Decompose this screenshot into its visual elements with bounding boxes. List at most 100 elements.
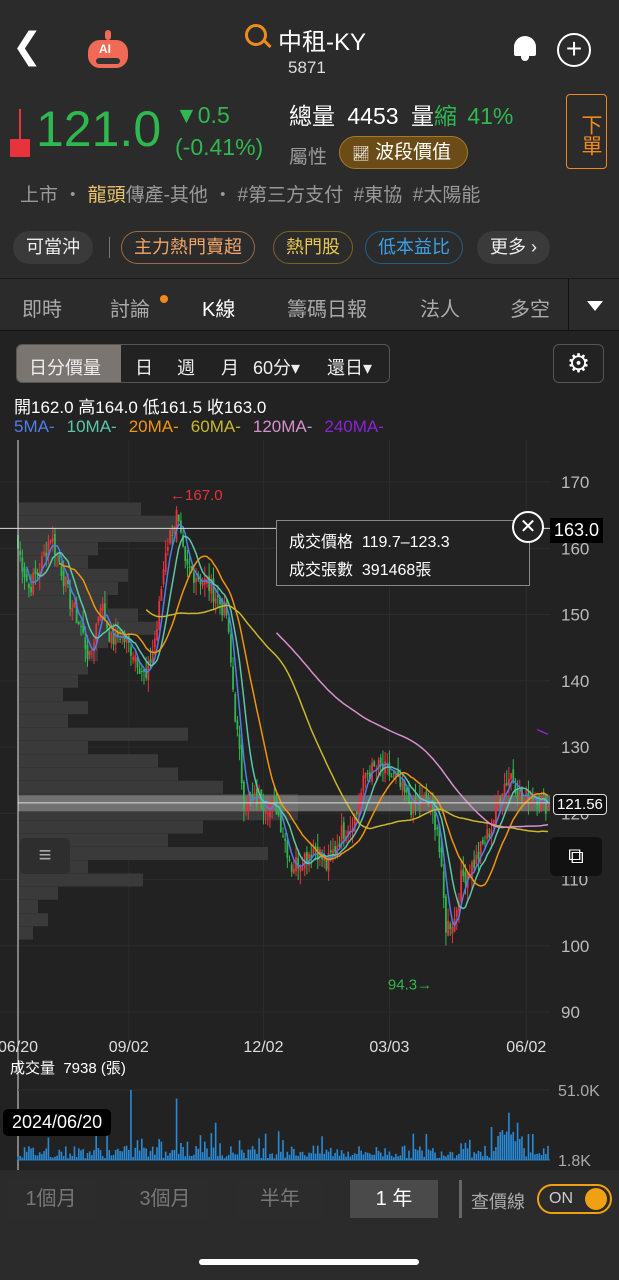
tag-topic[interactable]: #第三方支付 xyxy=(238,185,344,206)
chip-more[interactable]: 更多 › xyxy=(477,231,550,264)
candle-body xyxy=(54,533,56,556)
back-button[interactable]: ❮ xyxy=(12,28,42,64)
volume-bar xyxy=(340,1150,343,1160)
rotate-screen-button[interactable]: ⧉ xyxy=(550,837,602,876)
bell-icon[interactable] xyxy=(512,34,538,61)
volume-bar xyxy=(286,1151,289,1160)
volume-bar xyxy=(197,1148,200,1160)
candle-body xyxy=(19,551,22,555)
tooltip-price-range: 119.7–123.3 xyxy=(361,534,450,551)
period-minute-price-vol[interactable]: 日分價量 xyxy=(29,354,101,380)
candle-body xyxy=(171,535,174,537)
tab-kline[interactable]: K線 xyxy=(202,293,235,322)
volume-bar xyxy=(429,1150,432,1160)
volume-bar xyxy=(132,1156,134,1160)
volume-bar xyxy=(414,1149,417,1160)
volume-bar xyxy=(251,1146,254,1160)
close-tooltip-button[interactable]: ✕ xyxy=(512,511,544,543)
volume-profile-bar xyxy=(18,661,88,675)
volume-bar xyxy=(147,1156,150,1160)
volume-bar xyxy=(51,1157,54,1160)
volume-bar xyxy=(93,1150,95,1160)
volume-bar xyxy=(434,1152,436,1160)
candle-body xyxy=(305,851,308,863)
candle-body xyxy=(447,920,449,936)
volume-bar xyxy=(41,1154,43,1160)
volume-bar xyxy=(316,1145,319,1160)
volume-bar xyxy=(99,1150,102,1160)
settings-button[interactable]: ⚙ xyxy=(553,344,604,383)
candle-body xyxy=(186,558,189,565)
price-annotation: 94.3→ xyxy=(388,977,432,994)
volume-bar xyxy=(199,1135,202,1160)
period-month[interactable]: 月 xyxy=(221,354,239,380)
volume-bar xyxy=(436,1158,439,1160)
period-week[interactable]: 週 xyxy=(177,354,195,380)
volume-bar xyxy=(123,1146,126,1160)
volume-bar xyxy=(119,1150,121,1160)
drag-handle[interactable]: ≡ xyxy=(20,838,70,874)
tab-realtime[interactable]: 即時 xyxy=(22,293,62,322)
volume-bar xyxy=(117,1148,119,1160)
volume-bar xyxy=(308,1152,310,1160)
candle-body xyxy=(436,827,439,830)
chip-low-pe[interactable]: 低本益比 xyxy=(365,231,463,264)
candle-body xyxy=(251,793,254,797)
chip-day-trade[interactable]: 可當沖 xyxy=(13,231,93,264)
tag-industry[interactable]: 傳產-其他 xyxy=(126,185,208,206)
volume-bar xyxy=(243,1152,245,1160)
tab-institutional[interactable]: 法人 xyxy=(420,293,460,322)
range-6m[interactable]: 半年 xyxy=(236,1180,324,1218)
add-icon[interactable]: + xyxy=(557,33,591,67)
volume-profile-bar xyxy=(18,502,141,516)
period-adjusted[interactable]: 還日▾ xyxy=(327,354,372,380)
volume-bar xyxy=(432,1148,434,1160)
tab-discussion[interactable]: 討論 xyxy=(110,293,150,322)
volume-bar xyxy=(419,1146,421,1160)
separator: ・ xyxy=(63,185,83,206)
candle-body xyxy=(103,603,106,621)
volume-bar xyxy=(282,1140,284,1160)
volume-bar xyxy=(49,1156,52,1160)
candle-body xyxy=(238,733,241,750)
candle-body xyxy=(51,538,54,542)
last-price: 121.0 xyxy=(36,101,162,157)
candle-body xyxy=(156,628,158,640)
range-1m[interactable]: 1個月 xyxy=(7,1180,95,1218)
attr-badge[interactable]: 📈︎ 波段價值 xyxy=(339,136,468,169)
check-line-toggle[interactable]: ON xyxy=(537,1184,612,1214)
volume-bar xyxy=(523,1148,525,1160)
tag-topic[interactable]: #東協 xyxy=(354,185,403,206)
candle-body xyxy=(80,625,82,627)
volume-bar xyxy=(336,1149,339,1160)
stock-title[interactable]: 中租-KY xyxy=(278,22,366,57)
range-3m[interactable]: 3個月 xyxy=(121,1180,209,1218)
period-day[interactable]: 日 xyxy=(135,354,153,380)
chip-main-force-sell[interactable]: 主力熱門賣超 xyxy=(121,231,255,264)
volume-bar xyxy=(273,1158,276,1160)
period-60min[interactable]: 60分▾ xyxy=(253,354,300,380)
volume-bar xyxy=(329,1147,332,1160)
candle-body xyxy=(71,607,74,612)
volume-bar xyxy=(208,1156,210,1160)
volume-bar xyxy=(219,1143,221,1160)
chip-hot-stock[interactable]: 熱門股 xyxy=(273,231,353,264)
tab-chip-report[interactable]: 籌碼日報 xyxy=(287,293,367,322)
tag-topic[interactable]: #太陽能 xyxy=(413,185,481,206)
volume-bar xyxy=(262,1148,265,1160)
volume-bar xyxy=(151,1146,154,1160)
candle-body xyxy=(84,637,87,649)
range-1y[interactable]: 1 年 xyxy=(350,1180,438,1218)
volume-bar xyxy=(114,1149,117,1160)
tab-dropdown-icon[interactable] xyxy=(587,301,603,311)
volume-bar xyxy=(145,1148,147,1160)
order-button[interactable]: 下單 xyxy=(566,94,607,169)
volume-bar xyxy=(395,1153,397,1160)
ai-robot-icon[interactable]: AI xyxy=(84,28,132,72)
candle-body xyxy=(486,829,489,839)
close-label: 收 xyxy=(206,398,224,417)
volume-bar xyxy=(360,1150,362,1160)
volume-profile-bar xyxy=(18,674,78,688)
tab-long-short[interactable]: 多空 xyxy=(510,293,550,322)
price-line-label[interactable]: 121.56 xyxy=(553,794,607,815)
